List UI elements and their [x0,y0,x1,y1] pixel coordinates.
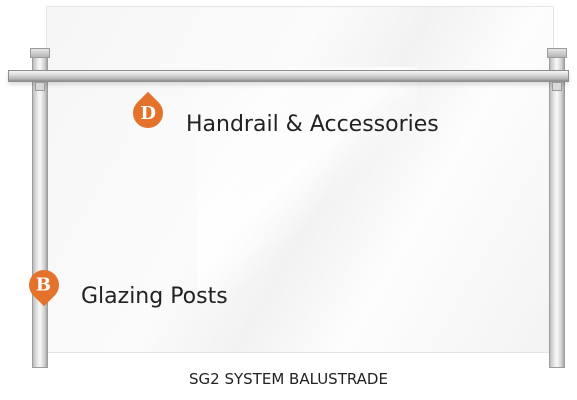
glass-reflection [197,67,417,297]
post-cap-left [30,48,50,58]
handrail [8,70,569,82]
post-cap-right [547,48,567,58]
handrail-bracket-right [552,82,562,91]
diagram-caption: SG2 SYSTEM BALUSTRADE [189,370,388,388]
handrail-accessories-label[interactable]: Handrail & Accessories [186,112,439,137]
glazing-post-right [549,54,565,368]
handrail-bracket-left [35,82,45,91]
glazing-posts-label[interactable]: Glazing Posts [81,284,228,309]
marker-b-letter: B [36,274,52,296]
glazing-post-left [32,54,48,368]
marker-d-letter: D [140,102,156,124]
balustrade-diagram: D Handrail & Accessories B Glazing Posts… [0,0,577,400]
